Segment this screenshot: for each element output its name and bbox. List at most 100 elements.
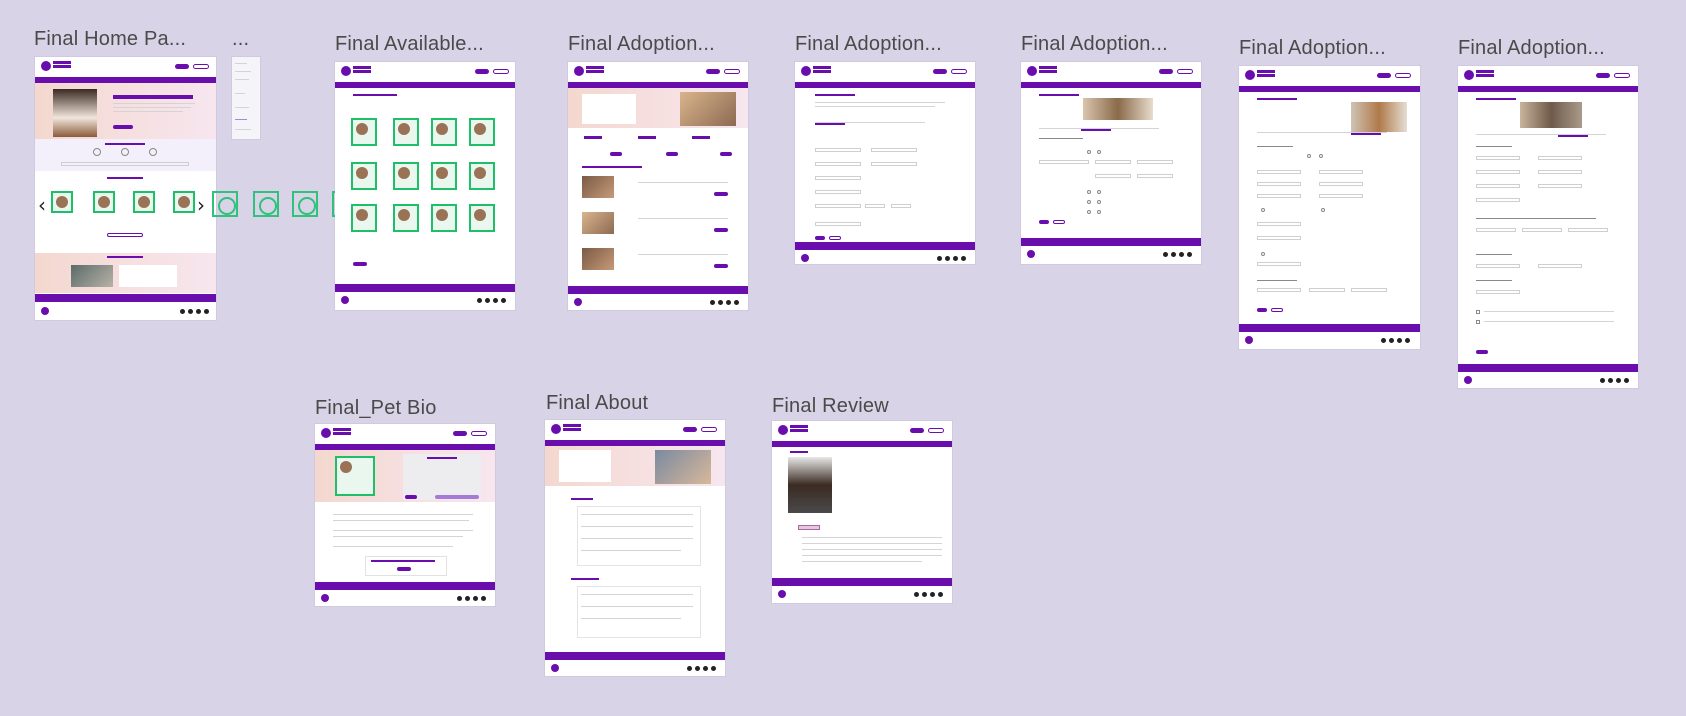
back-button[interactable]	[1271, 308, 1283, 312]
frame-label-adoption-1[interactable]: Final Adoption...	[568, 33, 715, 56]
form-field[interactable]	[1476, 156, 1520, 160]
donate-button[interactable]	[1596, 73, 1610, 78]
frame-label-pet-bio[interactable]: Final_Pet Bio	[315, 397, 437, 420]
form-field[interactable]	[871, 148, 917, 152]
step-button[interactable]	[610, 152, 622, 156]
form-field[interactable]	[1476, 184, 1520, 188]
facebook-icon[interactable]	[687, 666, 692, 671]
submit-button[interactable]	[1476, 350, 1488, 354]
nav-bar[interactable]	[772, 441, 952, 447]
form-field[interactable]	[1538, 184, 1582, 188]
form-field[interactable]	[815, 204, 861, 208]
hero-cta-button[interactable]	[113, 125, 133, 129]
snapchat-icon[interactable]	[938, 592, 943, 597]
login-button[interactable]	[471, 431, 487, 436]
radio-option[interactable]	[1307, 154, 1311, 158]
radio-option[interactable]	[1087, 210, 1091, 214]
agree-checkbox[interactable]	[1476, 320, 1480, 324]
view-all-button[interactable]	[107, 233, 143, 237]
radio-option[interactable]	[1097, 190, 1101, 194]
twitter-icon[interactable]	[465, 596, 470, 601]
frame-about[interactable]	[545, 420, 725, 676]
pet-card[interactable]	[173, 191, 195, 213]
snapchat-icon[interactable]	[1624, 378, 1629, 383]
donate-button[interactable]	[175, 64, 189, 69]
pet-card[interactable]	[351, 118, 377, 146]
radio-option[interactable]	[1087, 150, 1091, 154]
next-button[interactable]	[1039, 220, 1049, 224]
form-field[interactable]	[1257, 262, 1301, 266]
frame-label-home[interactable]: Final Home Pa...	[34, 28, 186, 51]
facebook-icon[interactable]	[477, 298, 482, 303]
pet-card[interactable]	[469, 118, 495, 146]
donate-button[interactable]	[910, 428, 924, 433]
carousel-overflow-card[interactable]	[253, 191, 279, 217]
step-button[interactable]	[720, 152, 732, 156]
info-button[interactable]	[714, 264, 728, 268]
pet-card[interactable]	[393, 204, 419, 232]
carousel-prev-icon[interactable]: ‹	[38, 193, 46, 217]
meet-button[interactable]	[405, 495, 417, 499]
instagram-icon[interactable]	[493, 298, 498, 303]
pet-card[interactable]	[469, 204, 495, 232]
twitter-icon[interactable]	[188, 309, 193, 314]
frame-label-available[interactable]: Final Available...	[335, 33, 484, 56]
form-field[interactable]	[865, 204, 885, 208]
donate-button[interactable]	[1159, 69, 1173, 74]
pet-card[interactable]	[431, 162, 457, 190]
nav-bar[interactable]	[1239, 86, 1420, 92]
snapchat-icon[interactable]	[1405, 338, 1410, 343]
snapchat-icon[interactable]	[501, 298, 506, 303]
frame-label-adoption-5[interactable]: Final Adoption...	[1458, 37, 1605, 60]
pet-card[interactable]	[431, 204, 457, 232]
form-field[interactable]	[1257, 222, 1301, 226]
instagram-icon[interactable]	[930, 592, 935, 597]
twitter-icon[interactable]	[945, 256, 950, 261]
form-field[interactable]	[1476, 228, 1516, 232]
form-field[interactable]	[1319, 194, 1363, 198]
donate-button[interactable]	[453, 431, 467, 436]
form-field[interactable]	[815, 176, 861, 180]
frame-pet-bio[interactable]	[315, 424, 495, 606]
next-button[interactable]	[815, 236, 825, 240]
twitter-icon[interactable]	[485, 298, 490, 303]
snapchat-icon[interactable]	[961, 256, 966, 261]
form-field[interactable]	[815, 222, 861, 226]
donate-button[interactable]	[1377, 73, 1391, 78]
instagram-icon[interactable]	[703, 666, 708, 671]
form-field[interactable]	[891, 204, 911, 208]
radio-option[interactable]	[1087, 190, 1091, 194]
frame-ellipsis[interactable]	[232, 57, 260, 139]
twitter-icon[interactable]	[1608, 378, 1613, 383]
form-field[interactable]	[1476, 170, 1520, 174]
form-field[interactable]	[1522, 228, 1562, 232]
frame-adoption-4[interactable]	[1239, 66, 1420, 349]
snapchat-icon[interactable]	[734, 300, 739, 305]
login-button[interactable]	[193, 64, 209, 69]
back-button[interactable]	[1053, 220, 1065, 224]
donate-button[interactable]	[683, 427, 697, 432]
form-field[interactable]	[1095, 174, 1131, 178]
frame-label-review[interactable]: Final Review	[772, 395, 889, 418]
star-rating[interactable]	[798, 525, 820, 530]
twitter-icon[interactable]	[718, 300, 723, 305]
snapchat-icon[interactable]	[711, 666, 716, 671]
facebook-icon[interactable]	[1600, 378, 1605, 383]
frame-adoption-5[interactable]	[1458, 66, 1638, 388]
form-field[interactable]	[1476, 198, 1520, 202]
form-field[interactable]	[1257, 170, 1301, 174]
facebook-icon[interactable]	[937, 256, 942, 261]
frame-adoption-1[interactable]	[568, 62, 748, 310]
donate-button[interactable]	[706, 69, 720, 74]
instagram-icon[interactable]	[196, 309, 201, 314]
instagram-icon[interactable]	[1179, 252, 1184, 257]
carousel-next-icon[interactable]: ›	[197, 193, 205, 217]
nav-bar[interactable]	[1458, 86, 1638, 92]
step-button[interactable]	[666, 152, 678, 156]
nav-bar[interactable]	[1021, 82, 1201, 88]
frame-adoption-3[interactable]	[1021, 62, 1201, 264]
radio-option[interactable]	[1097, 210, 1101, 214]
frame-adoption-2[interactable]	[795, 62, 975, 264]
form-field[interactable]	[1319, 182, 1363, 186]
login-button[interactable]	[1395, 73, 1411, 78]
